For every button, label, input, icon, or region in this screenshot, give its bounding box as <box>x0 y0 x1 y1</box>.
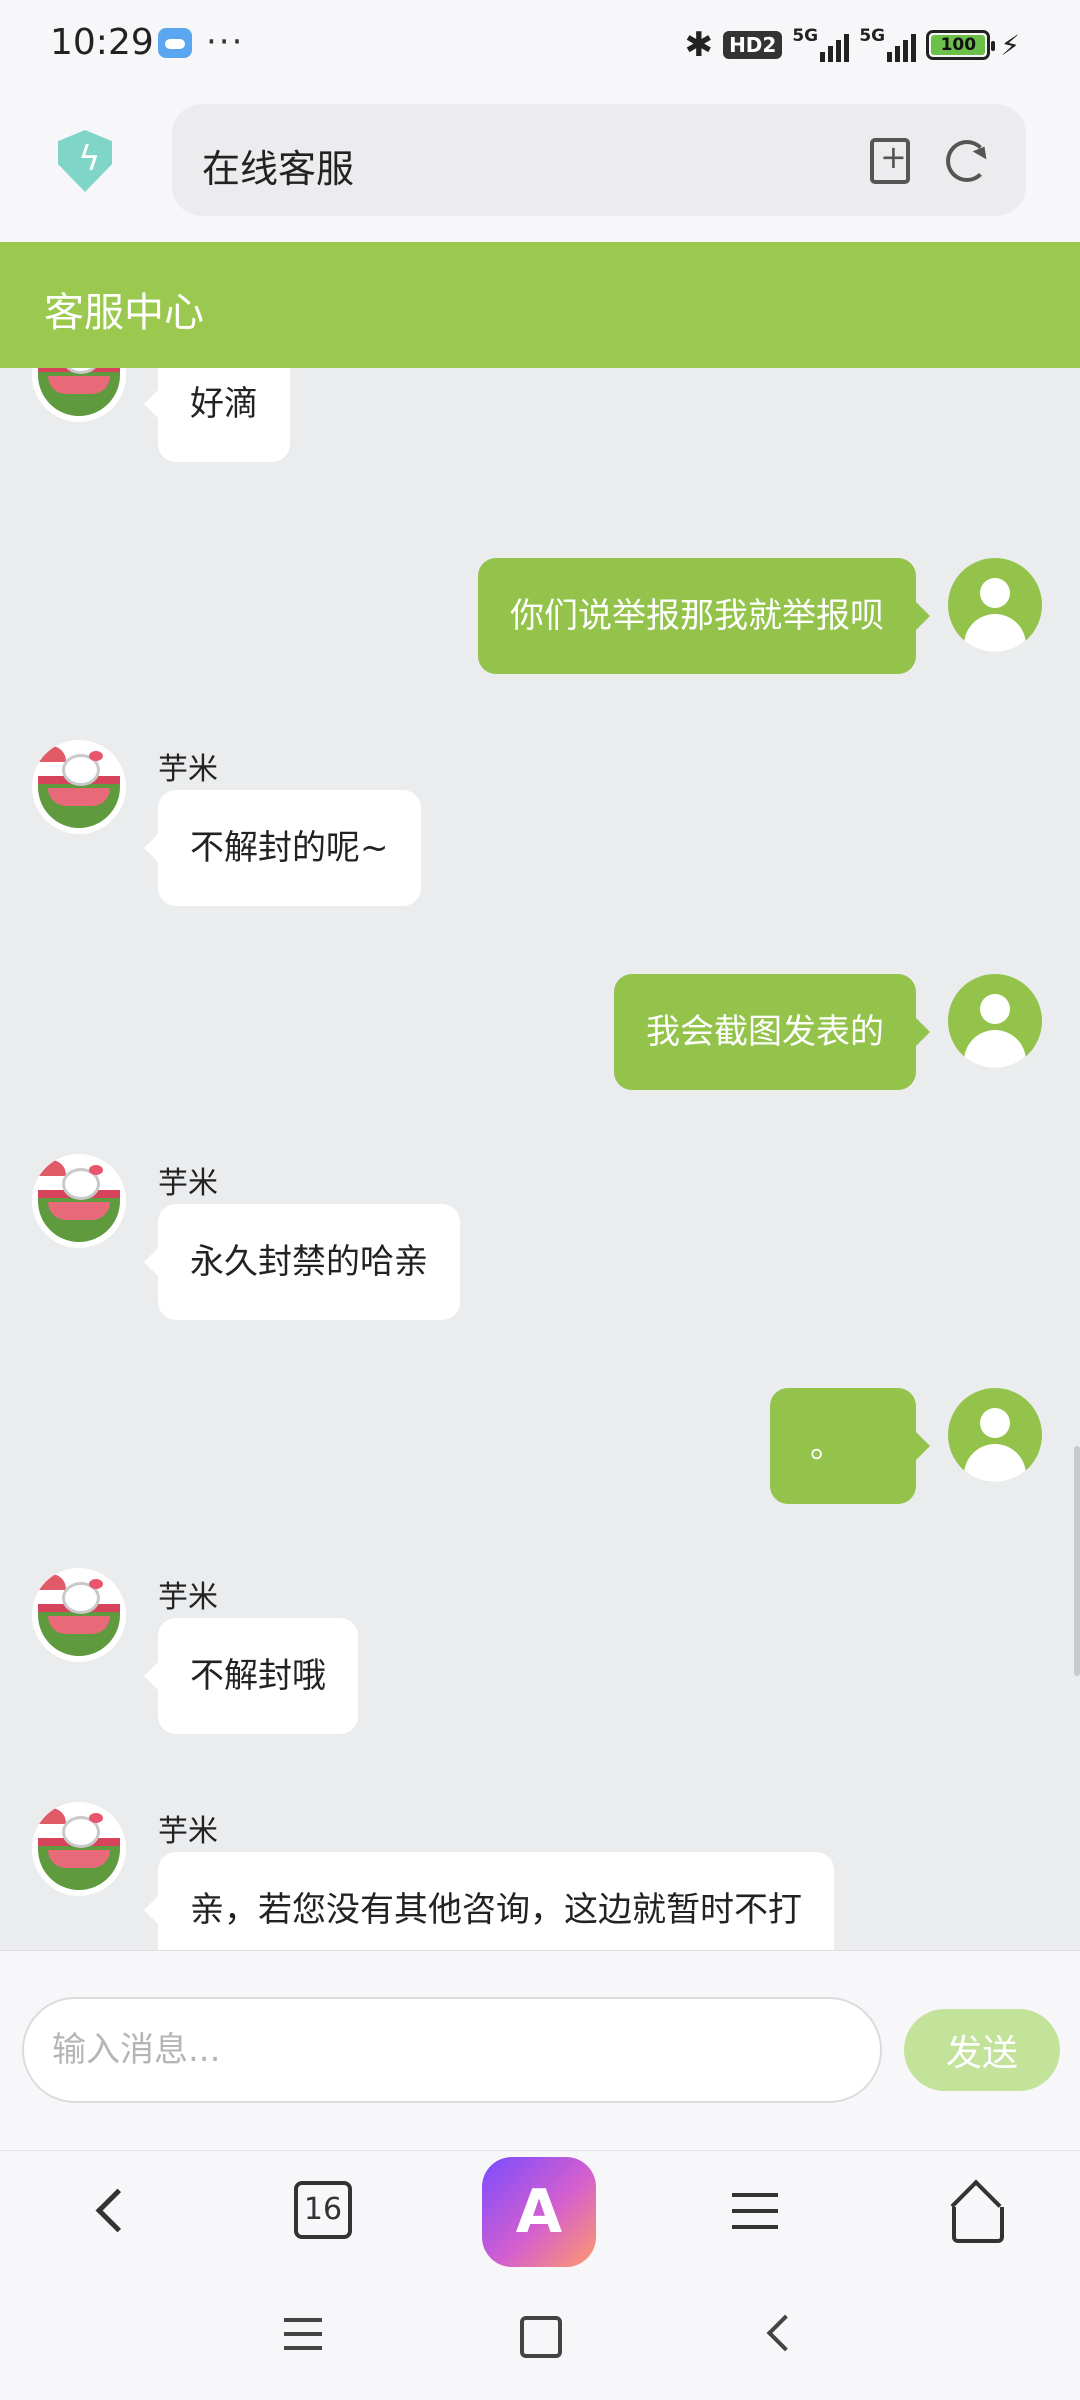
system-home-icon[interactable] <box>514 2310 564 2360</box>
agent-avatar <box>32 740 126 834</box>
user-avatar <box>948 974 1042 1068</box>
composer: 发送 <box>0 1950 1080 2150</box>
screen: 10:29 ··· ✱ HD2 5G 5G 100 ⚡ ϟ 在线客服 + 客服中… <box>0 0 1080 2400</box>
agent-avatar <box>32 1154 126 1248</box>
message-bubble: 亲，若您没有其他咨询，这边就暂时不打 <box>144 1852 834 1950</box>
bluetooth-icon: ✱ <box>684 25 714 65</box>
chat-area[interactable]: 好滴 你们说举报那我就举报呗 芋米 不解封的呢~ 我会截图发表的 芋米 永久封禁 <box>0 368 1080 1950</box>
sender-name: 芋米 <box>158 1166 218 1201</box>
recent-apps-icon[interactable] <box>278 2310 328 2360</box>
page-title: 客服中心 <box>44 290 204 336</box>
sender-name: 芋米 <box>158 752 218 787</box>
tabs-button[interactable]: 16 <box>294 2181 352 2239</box>
back-icon[interactable] <box>80 2181 140 2241</box>
message-input[interactable] <box>22 1997 882 2103</box>
address-text: 在线客服 <box>202 147 355 191</box>
network-type-label: 5G <box>792 26 819 46</box>
message-bubble: 。 <box>770 1388 930 1504</box>
ai-assistant-button[interactable]: A <box>482 2157 596 2267</box>
message-bubble: 好滴 <box>144 368 290 462</box>
battery-level: 100 <box>931 35 986 55</box>
page-header: 客服中心 <box>0 242 1080 368</box>
user-avatar <box>948 1388 1042 1482</box>
message-bubble: 我会截图发表的 <box>614 974 930 1090</box>
system-back-icon[interactable] <box>756 2310 806 2360</box>
status-indicators: ✱ HD2 5G 5G 100 ⚡ <box>685 22 1020 68</box>
agent-avatar <box>32 1802 126 1896</box>
message-bubble: 永久封禁的哈亲 <box>144 1204 460 1320</box>
agent-avatar <box>32 368 126 422</box>
charging-icon: ⚡ <box>1000 28 1020 62</box>
message-bubble: 不解封哦 <box>144 1618 358 1734</box>
browser-nav: 16 A <box>0 2150 1080 2270</box>
chat-scrollbar[interactable] <box>1074 1446 1080 1676</box>
menu-icon[interactable] <box>726 2181 786 2241</box>
user-avatar <box>948 558 1042 652</box>
message-bubble: 不解封的呢~ <box>144 790 421 906</box>
network-type-label-2: 5G <box>859 26 886 46</box>
send-button[interactable]: 发送 <box>904 2009 1060 2091</box>
signal-icon: 5G <box>792 26 850 62</box>
sender-name: 芋米 <box>158 1814 218 1849</box>
sender-name: 芋米 <box>158 1580 218 1615</box>
bookmark-add-icon[interactable] <box>870 138 910 184</box>
signal-icon-2: 5G <box>859 26 917 62</box>
home-icon[interactable] <box>944 2181 1004 2243</box>
message-bubble: 你们说举报那我就举报呗 <box>478 558 930 674</box>
browser-toolbar: ϟ 在线客服 <box>0 90 1080 242</box>
address-bar[interactable]: 在线客服 <box>172 104 1026 216</box>
cloud-icon <box>158 28 192 58</box>
shield-bolt-icon[interactable]: ϟ <box>58 130 112 192</box>
more-notifications-icon: ··· <box>206 22 245 62</box>
agent-avatar <box>32 1568 126 1662</box>
hd-badge: HD2 <box>723 31 783 59</box>
status-bar: 10:29 ··· ✱ HD2 5G 5G 100 ⚡ <box>0 0 1080 90</box>
battery-icon: 100 <box>926 30 996 60</box>
reload-icon[interactable] <box>946 140 988 182</box>
system-nav <box>0 2270 1080 2400</box>
status-time: 10:29 <box>50 22 154 63</box>
